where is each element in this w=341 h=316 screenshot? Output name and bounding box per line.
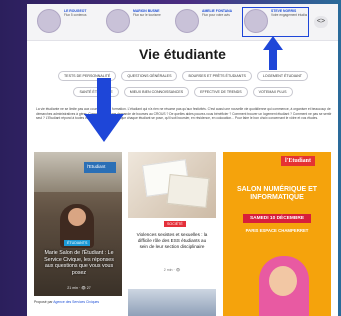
page-title: Vie étudiante <box>139 46 226 62</box>
author-card-selected[interactable]: STEVE NORRIS Votre engagement étudiant <box>242 7 309 37</box>
advertisement-banner[interactable]: l'Etudiant SALON NUMÉRIQUE ET INFORMATIQ… <box>223 152 331 316</box>
category-tags: TESTS DE PERSONNALITÉ QUESTIONS GÉNÉRALE… <box>33 71 333 97</box>
carousel-next-button[interactable]: <> <box>314 16 328 28</box>
article-card-partial[interactable] <box>128 289 216 316</box>
webpage: LE ROUGEOT Flux 5 contenus MARION BUSNE … <box>27 4 338 316</box>
arrow-up-annotation-right <box>263 36 283 70</box>
avatar <box>106 9 130 33</box>
article-headline[interactable]: Marie Salon de l'Étudiant : Le Service C… <box>44 250 114 276</box>
author-card[interactable]: AMELIE FONTANA Flux pour votre avis <box>175 9 238 35</box>
author-card[interactable]: LE ROUGEOT Flux 5 contenus <box>37 9 100 35</box>
category-chip[interactable]: EFFECTIVE DE TRENDS <box>194 87 248 97</box>
byline-prefix: Proposé par <box>34 300 53 304</box>
author-card[interactable]: MARION BUSNE Flux sur le tourisme <box>106 9 169 35</box>
person-face <box>68 208 86 226</box>
category-chip[interactable]: QUESTIONS GÉNÉRALES <box>121 71 178 81</box>
article-card[interactable]: SOCIÉTÉ Violences sexistes et sexuelles … <box>128 152 216 284</box>
document-shape <box>166 173 210 209</box>
category-chip[interactable]: VOTEMAX PLUS <box>252 87 293 97</box>
byline-author-link[interactable]: Agence des Services Civiques <box>53 300 99 304</box>
avatar <box>37 9 61 33</box>
category-chip[interactable]: LOGEMENT ÉTUDIANT <box>256 71 308 81</box>
arrow-down-annotation-left <box>84 78 124 142</box>
etudiant-banner: l'Etudiant <box>84 162 116 173</box>
ad-person-face <box>269 266 297 296</box>
etudiant-logo: l'Etudiant <box>281 156 316 166</box>
category-chip[interactable]: MIEUX BIEN CONNOISSANCES <box>123 87 190 97</box>
author-subtitle: Votre engagement étudiant <box>271 13 307 18</box>
ad-headline: SALON NUMÉRIQUE ET INFORMATIQUE <box>236 186 318 202</box>
article-meta: 21 min · 👁 27 <box>67 286 91 290</box>
author-subtitle: Flux sur le tourisme <box>133 13 161 18</box>
avatar <box>175 9 199 33</box>
author-subtitle: Flux pour votre avis <box>202 13 230 18</box>
article-meta: 2 min · 👁 <box>163 268 181 272</box>
article-byline: Proposé par Agence des Services Civiques <box>34 300 134 304</box>
author-subtitle: Flux 5 contenus <box>64 13 87 18</box>
author-carousel: LE ROUGEOT Flux 5 contenus MARION BUSNE … <box>27 4 338 41</box>
avatar <box>244 9 268 33</box>
intro-paragraph: La vie étudiante ne se limite pas aux co… <box>36 107 332 121</box>
article-headline[interactable]: Violences sexistes et sexuelles : la dif… <box>134 232 210 250</box>
ad-location: PARIS ESPACE CHAMPERRET <box>245 228 309 233</box>
article-tag[interactable]: SOCIÉTÉ <box>164 221 186 227</box>
article-tag[interactable]: ÉTUDIANTS <box>64 240 91 246</box>
category-chip[interactable]: BOURSES ET PRÊTS ÉTUDIANTS <box>182 71 252 81</box>
banner-label: l'Etudiant <box>87 164 106 169</box>
article-card-featured[interactable]: l'Etudiant ÉTUDIANTS Marie Salon de l'Ét… <box>34 152 122 296</box>
ad-date: SAMEDI 10 DÉCEMBRE <box>243 214 311 223</box>
